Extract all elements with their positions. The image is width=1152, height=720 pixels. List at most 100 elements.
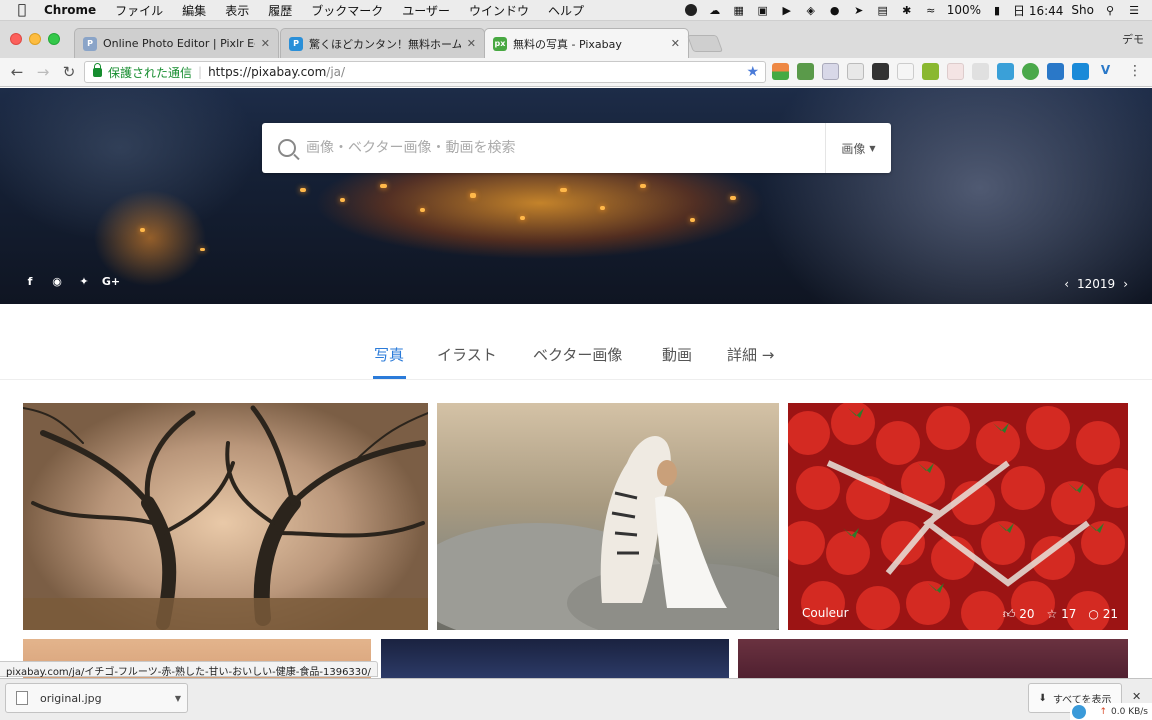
cloud-icon[interactable]: ☁	[707, 3, 723, 17]
search-input[interactable]	[306, 128, 825, 168]
tab-pixabay[interactable]: px 無料の写真 - Pixabay ✕	[484, 28, 689, 58]
secure-label: 保護された通信	[108, 65, 193, 80]
play-icon[interactable]: ▶	[779, 3, 795, 17]
like-count: 20	[1019, 607, 1035, 621]
next-arrow-icon[interactable]: ›	[1123, 277, 1128, 291]
like-button[interactable]: 👍︎ 20	[1003, 607, 1035, 622]
chat-icon[interactable]: ●	[827, 3, 843, 17]
extension-calendar-icon[interactable]	[947, 63, 964, 80]
maximize-window-button[interactable]	[48, 33, 60, 45]
comment-button[interactable]: ○ 21	[1088, 607, 1118, 622]
url-path: /ja/	[326, 65, 346, 79]
back-arrow-icon[interactable]: ←	[4, 63, 30, 81]
extension-v-icon[interactable]: V	[1097, 63, 1114, 80]
reload-icon[interactable]: ↻	[56, 63, 82, 81]
tab-close-icon[interactable]: ✕	[671, 37, 680, 50]
photo-strawberries[interactable]: Couleur 👍︎ 20 ☆ 17 ○ 21	[788, 403, 1128, 630]
photo-label[interactable]: Couleur	[802, 606, 849, 620]
clock[interactable]: 日 16:44	[1013, 2, 1063, 19]
menu-edit[interactable]: 編集	[182, 2, 206, 19]
profile-name[interactable]: デモ	[1122, 31, 1144, 47]
photo-row2-3[interactable]	[738, 639, 1128, 678]
recycle-icon[interactable]	[1022, 63, 1039, 80]
hero-light	[200, 248, 205, 251]
extension-green-icon[interactable]	[797, 63, 814, 80]
instagram-icon[interactable]: ◉	[49, 273, 65, 289]
spotlight-search-icon[interactable]: ⚲	[1102, 3, 1118, 17]
extension-code-icon[interactable]	[822, 63, 839, 80]
bag-icon[interactable]: ▦	[731, 3, 747, 17]
file-icon	[16, 691, 28, 705]
record-icon[interactable]	[683, 3, 699, 17]
search-bar: 画像 ▼	[262, 123, 891, 173]
photo-row2-2[interactable]	[381, 639, 729, 678]
pixabay-favicon-icon: px	[493, 36, 507, 51]
search-icon[interactable]	[278, 139, 296, 157]
bluetooth-icon[interactable]: ✱	[899, 3, 915, 17]
tab-vectors[interactable]: ベクター画像	[533, 344, 622, 365]
tab-pixlr[interactable]: P Online Photo Editor | Pixlr Edit ✕	[74, 28, 279, 58]
network-speed: 0.0 KB/s	[1111, 706, 1148, 717]
minimize-window-button[interactable]	[29, 33, 41, 45]
extension-new-icon[interactable]	[1047, 63, 1064, 80]
bookmark-star-icon[interactable]: ★	[746, 64, 759, 80]
tab-videos[interactable]: 動画	[662, 344, 692, 365]
extension-lime-icon[interactable]	[922, 63, 939, 80]
tab-close-icon[interactable]: ✕	[261, 37, 270, 50]
hero-light	[690, 218, 695, 222]
download-shelf: original.jpg ▼ ⬇ すべてを表示 ✕	[0, 678, 1152, 720]
favorite-button[interactable]: ☆ 17	[1047, 607, 1077, 622]
twitter-icon[interactable]: ✦	[76, 273, 92, 289]
photo-tiger-woman[interactable]	[437, 403, 779, 630]
lock-status-icon[interactable]: ▣	[755, 3, 771, 17]
wifi-icon[interactable]: ≈	[923, 3, 939, 17]
tab-homepage[interactable]: P 驚くほどカンタン！無料ホームペ ✕	[280, 28, 485, 58]
forward-arrow-icon[interactable]: →	[30, 63, 56, 81]
chevron-down-icon[interactable]: ▼	[175, 694, 181, 703]
tab-close-icon[interactable]: ✕	[467, 37, 476, 50]
menu-view[interactable]: 表示	[225, 2, 249, 19]
facebook-icon[interactable]: f	[22, 273, 38, 289]
menu-bookmarks[interactable]: ブックマーク	[311, 2, 383, 19]
homepage-favicon-icon: P	[289, 36, 303, 51]
tab-more[interactable]: 詳細 →	[727, 344, 774, 365]
extension-frame-icon[interactable]	[847, 63, 864, 80]
notification-center-icon[interactable]: ☰	[1126, 3, 1142, 17]
shield-icon[interactable]: ◈	[803, 3, 819, 17]
photo-trees[interactable]	[23, 403, 428, 630]
prev-arrow-icon[interactable]: ‹	[1064, 277, 1069, 291]
apple-icon[interactable]: 	[0, 2, 44, 18]
menu-history[interactable]: 履歴	[268, 2, 292, 19]
address-bar[interactable]: 保護された通信 | https://pixabay.com /ja/ ★	[84, 61, 766, 83]
extension-blue-icon[interactable]	[997, 63, 1014, 80]
chrome-menu-icon[interactable]: ⋮	[1128, 63, 1142, 79]
battery-icon[interactable]: ▮	[989, 3, 1005, 17]
menu-people[interactable]: ユーザー	[402, 2, 450, 19]
upload-arrow-icon: ↑	[1099, 706, 1108, 717]
close-window-button[interactable]	[10, 33, 22, 45]
menu-window[interactable]: ウインドウ	[469, 2, 529, 19]
new-tab-button[interactable]	[686, 35, 724, 52]
extension-color-icon[interactable]	[772, 63, 789, 80]
search-type-dropdown[interactable]: 画像 ▼	[825, 123, 891, 173]
url-host: https://pixabay.com	[208, 65, 327, 79]
google-plus-icon[interactable]: G+	[102, 273, 120, 289]
tab-photos[interactable]: 写真	[374, 344, 404, 365]
plane-icon[interactable]: ➤	[851, 3, 867, 17]
menu-help[interactable]: ヘルプ	[548, 2, 584, 19]
menu-app-name[interactable]: Chrome	[44, 3, 96, 17]
download-item[interactable]: original.jpg ▼	[5, 683, 188, 713]
browser-toolbar: ← → ↻ 保護された通信 | https://pixabay.com /ja/…	[0, 58, 1152, 87]
download-extension-icon[interactable]	[1072, 63, 1089, 80]
close-shelf-icon[interactable]: ✕	[1132, 690, 1141, 703]
extension-dark-icon[interactable]	[872, 63, 889, 80]
tab-title: Online Photo Editor | Pixlr Edit	[103, 37, 255, 50]
tab-title: 無料の写真 - Pixabay	[513, 37, 622, 51]
eyedropper-icon[interactable]	[897, 63, 914, 80]
tab-illustrations[interactable]: イラスト	[437, 344, 497, 365]
extension-gray-icon[interactable]	[972, 63, 989, 80]
user-name[interactable]: Sho	[1071, 3, 1094, 17]
comment-icon: ○	[1088, 607, 1099, 621]
car-icon[interactable]: ▤	[875, 3, 891, 17]
menu-file[interactable]: ファイル	[115, 2, 163, 19]
